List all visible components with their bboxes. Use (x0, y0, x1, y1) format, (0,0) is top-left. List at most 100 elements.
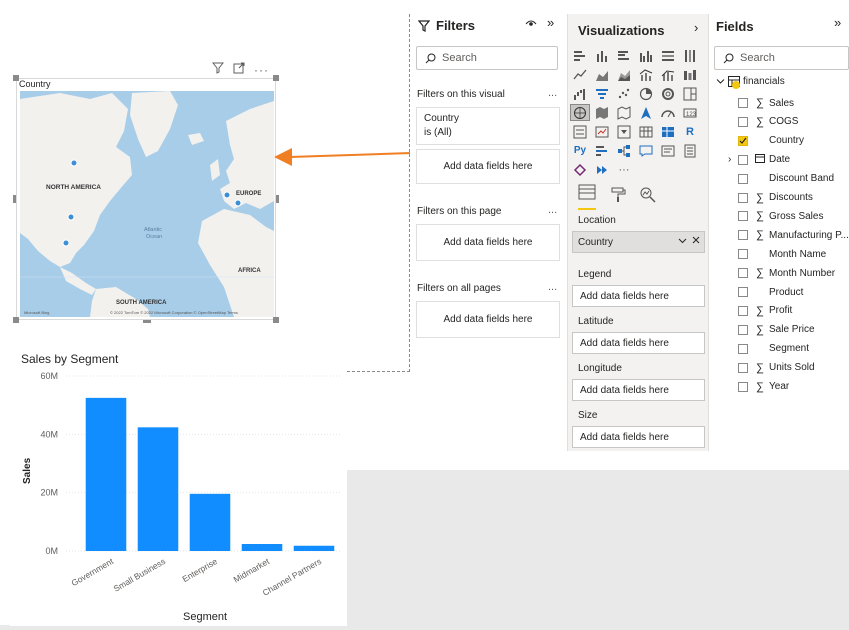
treemap-icon[interactable] (680, 85, 700, 102)
resize-handle[interactable] (276, 195, 279, 203)
chevron-right-icon[interactable]: › (728, 154, 731, 165)
donut-chart-icon[interactable] (658, 85, 678, 102)
field-checkbox[interactable] (738, 173, 748, 184)
field-checkbox[interactable] (738, 268, 748, 279)
filters-page-drop-zone[interactable]: Add data fields here (416, 224, 560, 261)
location-well-field[interactable]: Country (572, 231, 705, 253)
bar-chart-visual[interactable]: Sales by Segment 0M 20M 40M 60M Government S… (10, 346, 347, 626)
key-influencers-icon[interactable] (592, 142, 612, 159)
line-chart-icon[interactable] (570, 66, 590, 83)
filter-icon[interactable] (211, 62, 225, 77)
fields-build-tab-icon[interactable] (578, 184, 596, 210)
filters-all-drop-zone[interactable]: Add data fields here (416, 301, 560, 338)
field-checkbox[interactable] (738, 116, 748, 127)
pie-chart-icon[interactable] (636, 85, 656, 102)
python-visual-icon[interactable]: Py (570, 142, 590, 159)
field-checkbox[interactable] (738, 192, 748, 203)
field-checkbox[interactable] (738, 305, 748, 316)
decomposition-tree-icon[interactable] (614, 142, 634, 159)
100-stacked-bar-icon[interactable] (658, 47, 678, 64)
field-item[interactable]: Product (738, 283, 803, 301)
field-checkbox[interactable] (738, 98, 748, 108)
qna-icon[interactable] (636, 142, 656, 159)
field-item[interactable]: ∑ Month Number (738, 264, 835, 282)
bar[interactable] (189, 493, 231, 551)
field-item[interactable]: ∑ Sale Price (738, 321, 815, 339)
field-item[interactable]: ∑ Year (738, 378, 789, 396)
line-stacked-column-icon[interactable] (658, 66, 678, 83)
bar[interactable] (85, 397, 127, 551)
matrix-icon[interactable] (658, 123, 678, 140)
field-item[interactable]: ∑ Sales (738, 94, 794, 112)
field-item[interactable]: ∑ Units Sold (738, 359, 815, 377)
paginated-report-icon[interactable] (680, 142, 700, 159)
latitude-drop-zone[interactable]: Add data fields here (572, 332, 705, 354)
more-visuals-icon[interactable]: ··· (614, 161, 634, 178)
field-item[interactable]: Discount Band (738, 170, 834, 188)
bar[interactable] (241, 544, 283, 551)
collapse-filters-icon[interactable]: » (547, 15, 554, 30)
stacked-area-chart-icon[interactable] (614, 66, 634, 83)
power-apps-icon[interactable] (570, 161, 590, 178)
clustered-column-chart-icon[interactable] (636, 47, 656, 64)
table-icon[interactable] (636, 123, 656, 140)
field-item[interactable]: Country (738, 132, 804, 150)
map-point-canada[interactable] (70, 159, 78, 167)
filled-map-icon[interactable] (592, 104, 612, 121)
field-item[interactable]: ∑ Gross Sales (738, 207, 823, 225)
clustered-bar-chart-icon[interactable] (614, 47, 634, 64)
more-options-icon[interactable]: ... (548, 281, 557, 293)
more-options-icon[interactable]: ... (548, 87, 557, 99)
table-financials[interactable]: financials (716, 76, 785, 89)
map-point-france[interactable] (223, 191, 231, 199)
more-options-icon[interactable]: ... (548, 204, 557, 216)
fields-search-input[interactable]: Search (714, 46, 849, 70)
field-item[interactable]: ∑ Manufacturing P... (738, 226, 849, 244)
resize-handle[interactable] (13, 317, 19, 323)
bar[interactable] (293, 545, 335, 551)
field-item[interactable]: ∑ Discounts (738, 189, 813, 207)
format-paint-roller-icon[interactable] (610, 187, 626, 208)
map-point-usa[interactable] (67, 213, 75, 221)
kpi-icon[interactable] (592, 123, 612, 140)
filters-visual-drop-zone[interactable]: Add data fields here (416, 149, 560, 184)
map-icon[interactable] (570, 104, 590, 121)
shape-map-icon[interactable] (614, 104, 634, 121)
field-checkbox[interactable] (738, 381, 748, 392)
legend-drop-zone[interactable]: Add data fields here (572, 285, 705, 307)
stacked-bar-chart-icon[interactable] (570, 47, 590, 64)
field-item[interactable]: Segment (738, 340, 809, 358)
chevron-right-icon[interactable]: › (694, 20, 698, 35)
size-drop-zone[interactable]: Add data fields here (572, 426, 705, 448)
filter-card-country[interactable]: Country is (All) (416, 107, 560, 145)
field-checkbox[interactable] (738, 230, 748, 241)
power-automate-icon[interactable] (592, 161, 612, 178)
card-icon[interactable]: 123 (680, 104, 700, 121)
multi-row-card-icon[interactable] (570, 123, 590, 140)
field-checkbox[interactable] (738, 249, 748, 260)
more-options-icon[interactable]: ··· (254, 63, 269, 77)
map-point-mexico[interactable] (62, 239, 70, 247)
chevron-down-icon[interactable] (678, 236, 687, 248)
map-point-germany[interactable] (234, 199, 242, 207)
stacked-column-chart-icon[interactable] (592, 47, 612, 64)
field-checkbox[interactable] (738, 211, 748, 222)
focus-mode-icon[interactable] (233, 62, 245, 77)
field-checkbox[interactable] (738, 343, 748, 354)
collapse-fields-icon[interactable]: » (834, 15, 841, 30)
smart-narrative-icon[interactable] (658, 142, 678, 159)
area-chart-icon[interactable] (592, 66, 612, 83)
waterfall-chart-icon[interactable] (570, 85, 590, 102)
scatter-chart-icon[interactable] (614, 85, 634, 102)
funnel-chart-icon[interactable] (592, 85, 612, 102)
gauge-icon[interactable] (658, 104, 678, 121)
resize-handle[interactable] (13, 195, 16, 203)
chevron-down-icon[interactable] (716, 77, 725, 86)
field-checkbox[interactable] (738, 135, 748, 146)
field-checkbox[interactable] (738, 287, 748, 297)
ribbon-chart-icon[interactable] (680, 66, 700, 83)
bar[interactable] (137, 427, 179, 551)
field-checkbox[interactable] (738, 154, 748, 165)
close-icon[interactable] (692, 236, 700, 248)
resize-handle[interactable] (143, 320, 151, 323)
